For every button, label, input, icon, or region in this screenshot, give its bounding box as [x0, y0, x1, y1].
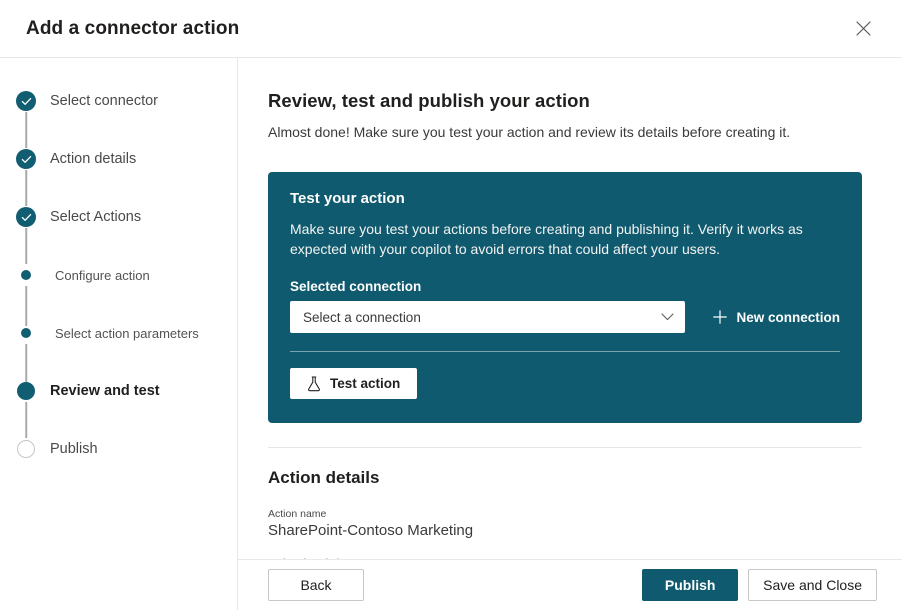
step-review-and-test[interactable]: Review and test	[0, 380, 237, 402]
action-name-field: Action name SharePoint-Contoso Marketing	[268, 508, 862, 539]
test-action-button[interactable]: Test action	[290, 368, 417, 399]
step-label: Publish	[50, 441, 98, 457]
section-heading: Review, test and publish your action	[268, 90, 862, 112]
action-details-heading: Action details	[268, 468, 862, 488]
step-publish[interactable]: Publish	[0, 438, 237, 460]
dot-icon	[21, 328, 31, 338]
dot-icon	[21, 270, 31, 280]
action-description-field: Action description	[268, 557, 862, 560]
step-marker-done	[15, 90, 37, 112]
section-subheading: Almost done! Make sure you test your act…	[268, 124, 862, 140]
step-select-action-parameters[interactable]: Select action parameters	[0, 322, 237, 344]
content-pane: Review, test and publish your action Alm…	[238, 58, 902, 610]
step-marker-current	[15, 380, 37, 402]
action-name-value: SharePoint-Contoso Marketing	[268, 522, 862, 539]
step-label: Review and test	[50, 383, 160, 399]
beaker-icon	[307, 376, 321, 392]
card-divider	[290, 351, 840, 352]
step-label: Configure action	[55, 268, 150, 283]
footer-actions: Publish Save and Close	[642, 569, 877, 601]
step-select-connector[interactable]: Select connector	[0, 90, 237, 112]
step-label: Select action parameters	[55, 326, 199, 341]
step-marker-pending	[15, 438, 37, 460]
step-progress-rail: Select connector Action details	[0, 58, 238, 610]
content-scroll-area[interactable]: Review, test and publish your action Alm…	[238, 58, 902, 560]
test-action-label: Test action	[330, 376, 400, 391]
step-select-actions[interactable]: Select Actions	[0, 206, 237, 228]
save-and-close-button[interactable]: Save and Close	[748, 569, 877, 601]
new-connection-button[interactable]: New connection	[713, 310, 840, 325]
empty-circle-icon	[17, 440, 35, 458]
plus-icon	[713, 310, 727, 324]
card-title: Test your action	[290, 190, 840, 207]
step-marker-done	[15, 206, 37, 228]
dialog-body: Select connector Action details	[0, 58, 902, 610]
back-button[interactable]: Back	[268, 569, 364, 601]
new-connection-label: New connection	[736, 310, 840, 325]
close-button[interactable]	[846, 12, 880, 46]
selected-connection-label: Selected connection	[290, 279, 840, 294]
action-description-label: Action description	[268, 557, 862, 560]
filled-circle-icon	[17, 382, 35, 400]
step-marker-dot	[15, 322, 37, 344]
step-marker-done	[15, 148, 37, 170]
connection-select-value: Select a connection	[303, 310, 661, 325]
check-circle-icon	[16, 91, 36, 111]
step-configure-action[interactable]: Configure action	[0, 264, 237, 286]
connection-row: Select a connection	[290, 301, 840, 333]
step-label: Action details	[50, 151, 136, 167]
dialog-titlebar: Add a connector action	[0, 0, 902, 58]
dialog-footer: Back Publish Save and Close	[238, 560, 902, 610]
page-title: Add a connector action	[26, 18, 846, 40]
add-connector-action-dialog: Add a connector action	[0, 0, 902, 610]
step-action-details[interactable]: Action details	[0, 148, 237, 170]
step-list: Select connector Action details	[0, 90, 237, 460]
close-icon	[856, 21, 871, 36]
publish-button[interactable]: Publish	[642, 569, 738, 601]
action-name-label: Action name	[268, 508, 862, 520]
step-label: Select Actions	[50, 209, 141, 225]
check-circle-icon	[16, 207, 36, 227]
test-your-action-card: Test your action Make sure you test your…	[268, 172, 862, 423]
step-label: Select connector	[50, 93, 158, 109]
connection-select[interactable]: Select a connection	[290, 301, 685, 333]
step-marker-dot	[15, 264, 37, 286]
card-description: Make sure you test your actions before c…	[290, 219, 840, 259]
check-circle-icon	[16, 149, 36, 169]
details-divider	[268, 447, 862, 448]
chevron-down-icon	[661, 313, 674, 321]
